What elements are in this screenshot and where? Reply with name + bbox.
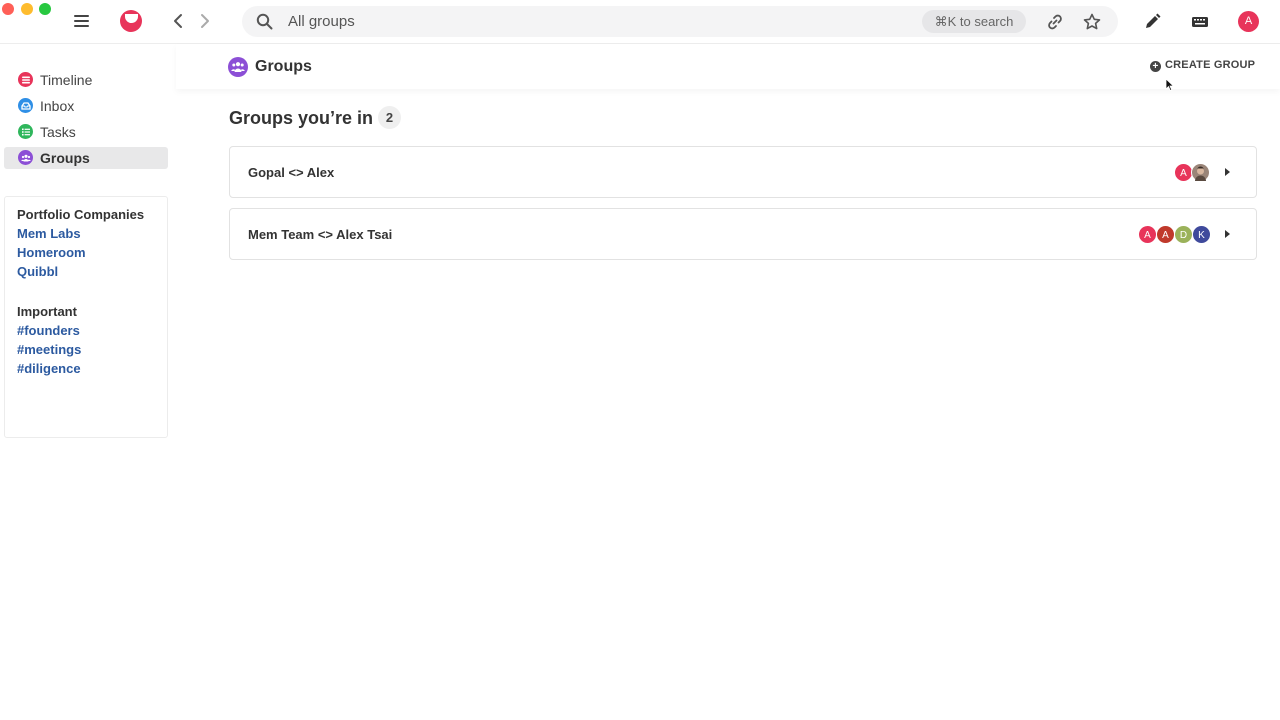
- sidebar-item-label: Tasks: [40, 124, 76, 140]
- keyboard-icon[interactable]: [1189, 11, 1211, 33]
- page-title: Groups: [255, 58, 312, 75]
- sidebar-item-tasks[interactable]: Tasks: [4, 121, 168, 143]
- mouse-cursor-icon: [1165, 78, 1175, 92]
- sidebar-link-mem-labs[interactable]: Mem Labs: [17, 226, 81, 241]
- sidebar-item-timeline[interactable]: Timeline: [4, 69, 168, 91]
- star-icon[interactable]: [1082, 12, 1102, 32]
- sidebar-link-diligence[interactable]: #diligence: [17, 361, 81, 376]
- section-title: Groups you’re in: [229, 108, 374, 128]
- caret-right-icon: [1225, 230, 1230, 238]
- back-arrow-icon[interactable]: [170, 11, 188, 31]
- search-shortcut-hint: ⌘K to search: [922, 10, 1026, 33]
- link-icon[interactable]: [1045, 12, 1065, 32]
- timeline-icon: [18, 72, 33, 87]
- group-name: Gopal <> Alex: [248, 165, 335, 180]
- avatar: A: [1156, 225, 1175, 244]
- sidebar-item-label: Timeline: [40, 72, 93, 88]
- sidebar-link-homeroom[interactable]: Homeroom: [17, 245, 86, 260]
- plus-circle-icon: +: [1150, 61, 1161, 72]
- avatar: A: [1138, 225, 1157, 244]
- caret-right-icon: [1225, 168, 1230, 176]
- page-header: Groups + CREATE GROUP: [176, 44, 1280, 89]
- sidebar: Timeline Inbox Tasks Groups Portfolio Co…: [0, 44, 176, 720]
- user-avatar[interactable]: A: [1238, 11, 1259, 32]
- sidebar-item-label: Inbox: [40, 98, 75, 114]
- search-bar[interactable]: ⌘K to search: [242, 6, 1118, 37]
- search-input[interactable]: [288, 6, 888, 37]
- group-name: Mem Team <> Alex Tsai: [248, 227, 393, 242]
- menu-icon[interactable]: [74, 15, 89, 27]
- sidebar-item-label: Groups: [40, 150, 90, 166]
- sidebar-link-founders[interactable]: #founders: [17, 323, 80, 338]
- member-avatars: A: [1174, 163, 1212, 182]
- window-zoom-button[interactable]: [39, 3, 51, 15]
- sidebar-link-quibbl[interactable]: Quibbl: [17, 264, 58, 279]
- app-logo[interactable]: [120, 10, 142, 32]
- inbox-icon: [18, 98, 33, 113]
- groups-icon: [18, 150, 33, 165]
- compose-pen-icon[interactable]: [1141, 11, 1163, 33]
- avatar: K: [1192, 225, 1211, 244]
- tasks-icon: [18, 124, 33, 139]
- member-avatars: A A D K: [1138, 225, 1212, 244]
- sidebar-item-inbox[interactable]: Inbox: [4, 95, 168, 117]
- avatar: D: [1174, 225, 1193, 244]
- group-row-mem-team-alex-tsai[interactable]: Mem Team <> Alex Tsai A A D K: [229, 208, 1257, 260]
- groups-icon: [228, 57, 248, 77]
- group-row-gopal-alex[interactable]: Gopal <> Alex A: [229, 146, 1257, 198]
- sidebar-pinned-panel: Portfolio Companies Mem Labs Homeroom Qu…: [4, 196, 168, 438]
- section-heading: Portfolio Companies: [17, 207, 145, 222]
- create-group-button[interactable]: + CREATE GROUP: [1150, 59, 1255, 75]
- forward-arrow-icon[interactable]: [196, 11, 214, 31]
- top-bar: ⌘K to search A: [0, 0, 1280, 44]
- sidebar-link-meetings[interactable]: #meetings: [17, 342, 81, 357]
- section-heading: Important: [17, 304, 77, 319]
- avatar: [1191, 163, 1210, 182]
- groups-count-badge: 2: [378, 106, 401, 129]
- create-group-label: CREATE GROUP: [1165, 59, 1256, 71]
- window-minimize-button[interactable]: [21, 3, 33, 15]
- sidebar-item-groups[interactable]: Groups: [4, 147, 168, 169]
- search-icon: [256, 13, 273, 30]
- window-close-button[interactable]: [2, 3, 14, 15]
